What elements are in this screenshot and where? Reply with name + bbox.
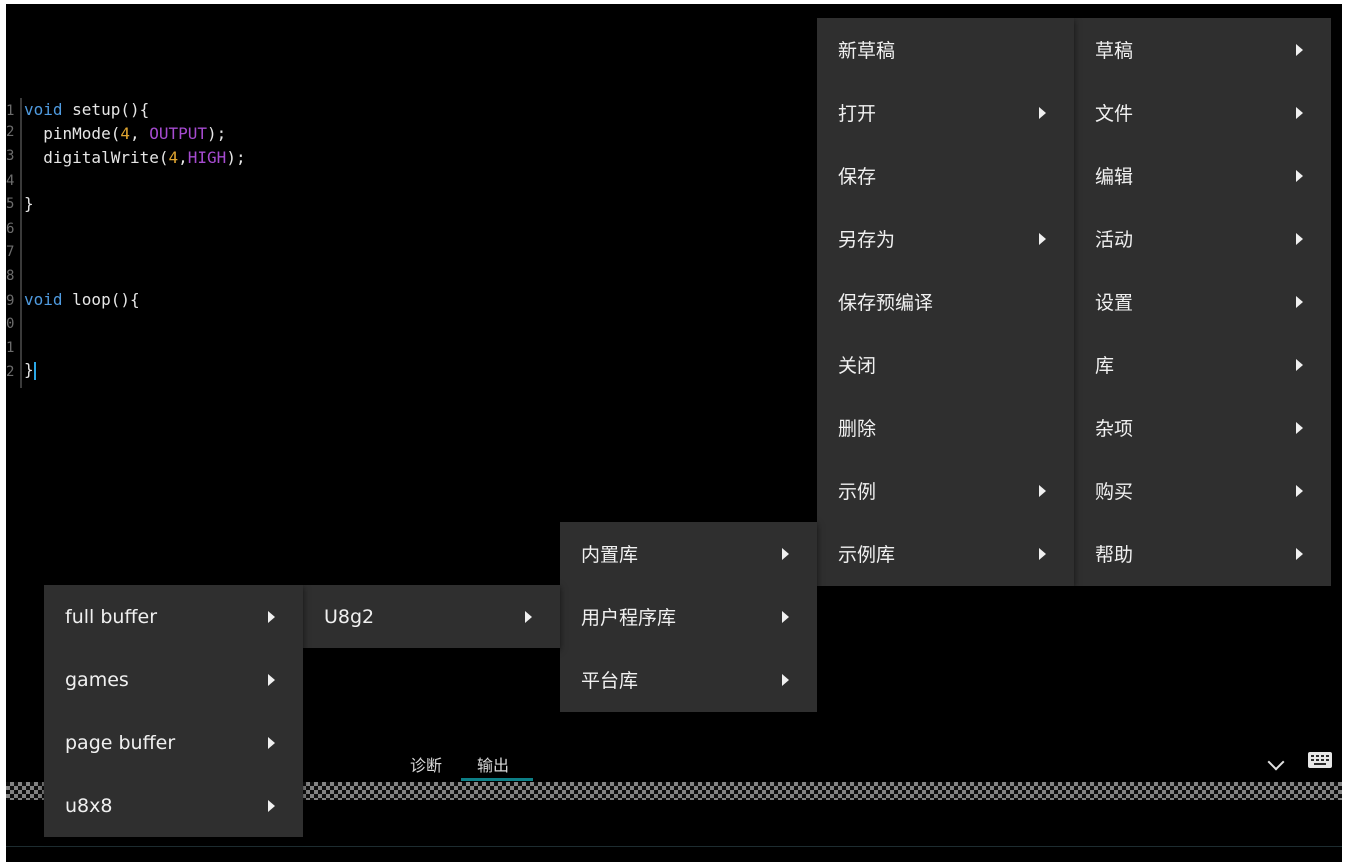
- main-menu: 草稿 文件 编辑 活动 设置 库 杂项 购买 帮助: [1074, 18, 1331, 586]
- code-line: void setup(){: [24, 100, 150, 119]
- app-screen: 1 2 3 4 5 6 7 8 9 0 1 2 void setup(){ pi…: [6, 4, 1342, 862]
- menu-item-platform-libraries[interactable]: 平台库: [560, 648, 817, 711]
- chevron-right-icon: [1039, 233, 1046, 245]
- chevron-right-icon: [1039, 485, 1046, 497]
- chevron-right-icon: [1296, 359, 1303, 371]
- chevron-right-icon: [1296, 422, 1303, 434]
- line-number: 0: [6, 317, 15, 331]
- menu-item-library-examples[interactable]: 示例库: [817, 522, 1074, 585]
- chevron-right-icon: [1296, 44, 1303, 56]
- main-menu-item-activity[interactable]: 活动: [1074, 207, 1331, 270]
- line-number: 2: [6, 365, 15, 379]
- menu-item-games[interactable]: games: [44, 648, 303, 711]
- menu-item-u8x8[interactable]: u8x8: [44, 774, 303, 837]
- text-cursor: [33, 361, 36, 380]
- main-menu-item-buy[interactable]: 购买: [1074, 459, 1331, 522]
- keyboard-icon[interactable]: [1308, 752, 1332, 768]
- line-number: 8: [6, 269, 15, 283]
- chevron-right-icon: [782, 548, 789, 560]
- menu-item-full-buffer[interactable]: full buffer: [44, 585, 303, 648]
- code-line: }: [24, 360, 36, 380]
- line-number: 1: [6, 104, 15, 118]
- active-tab-indicator: [461, 778, 533, 781]
- chevron-right-icon: [268, 800, 275, 812]
- chevron-right-icon: [782, 611, 789, 623]
- menu-item-examples[interactable]: 示例: [817, 459, 1074, 522]
- gutter-divider: [20, 98, 22, 388]
- chevron-right-icon: [1296, 485, 1303, 497]
- code-line: pinMode(4, OUTPUT);: [24, 124, 227, 143]
- menu-item-page-buffer[interactable]: page buffer: [44, 711, 303, 774]
- chevron-right-icon: [268, 674, 275, 686]
- line-number: 2: [6, 125, 15, 139]
- main-menu-item-sketch[interactable]: 草稿: [1074, 18, 1331, 81]
- chevron-right-icon: [1296, 170, 1303, 182]
- chevron-right-icon: [1296, 296, 1303, 308]
- chevron-right-icon: [268, 737, 275, 749]
- menu-item-save[interactable]: 保存: [817, 144, 1074, 207]
- main-menu-item-edit[interactable]: 编辑: [1074, 144, 1331, 207]
- line-number: 6: [6, 222, 15, 236]
- menu-item-save-as[interactable]: 另存为: [817, 207, 1074, 270]
- line-number: 7: [6, 245, 15, 259]
- line-number: 3: [6, 149, 15, 163]
- file-submenu: 新草稿 打开 保存 另存为 保存预编译 关闭 删除 示例 示例库: [817, 18, 1074, 586]
- chevron-right-icon: [525, 611, 532, 623]
- chevron-right-icon: [1296, 107, 1303, 119]
- chevron-right-icon: [782, 674, 789, 686]
- chevron-right-icon: [1296, 548, 1303, 560]
- menu-item-u8g2[interactable]: U8g2: [303, 585, 560, 648]
- chevron-right-icon: [268, 611, 275, 623]
- menu-item-new-sketch[interactable]: 新草稿: [817, 18, 1074, 81]
- main-menu-item-help[interactable]: 帮助: [1074, 522, 1331, 585]
- tab-diagnostics[interactable]: 诊断: [410, 752, 442, 776]
- main-menu-item-file[interactable]: 文件: [1074, 81, 1331, 144]
- code-line: digitalWrite(4,HIGH);: [24, 148, 246, 167]
- panel-bottom-border: [6, 846, 1342, 847]
- menu-item-builtin-libraries[interactable]: 内置库: [560, 522, 817, 585]
- main-menu-item-misc[interactable]: 杂项: [1074, 396, 1331, 459]
- code-line: void loop(){: [24, 290, 140, 309]
- chevron-right-icon: [1296, 233, 1303, 245]
- menu-item-user-libraries[interactable]: 用户程序库: [560, 585, 817, 648]
- line-number: 5: [6, 197, 15, 211]
- menu-item-save-precompiled[interactable]: 保存预编译: [817, 270, 1074, 333]
- menu-item-delete[interactable]: 删除: [817, 396, 1074, 459]
- chevron-right-icon: [1039, 548, 1046, 560]
- main-menu-item-library[interactable]: 库: [1074, 333, 1331, 396]
- user-library-submenu: U8g2: [303, 585, 560, 648]
- line-number: 9: [6, 294, 15, 308]
- code-line: }: [24, 194, 34, 213]
- menu-item-open[interactable]: 打开: [817, 81, 1074, 144]
- main-menu-item-settings[interactable]: 设置: [1074, 270, 1331, 333]
- menu-item-close[interactable]: 关闭: [817, 333, 1074, 396]
- library-type-submenu: 内置库 用户程序库 平台库: [560, 522, 817, 712]
- tab-output[interactable]: 输出: [477, 752, 509, 776]
- line-number: 4: [6, 174, 15, 188]
- chevron-down-icon[interactable]: [1267, 753, 1285, 771]
- line-number: 1: [6, 341, 15, 355]
- chevron-right-icon: [1039, 107, 1046, 119]
- u8g2-examples-submenu: full buffer games page buffer u8x8: [44, 585, 303, 837]
